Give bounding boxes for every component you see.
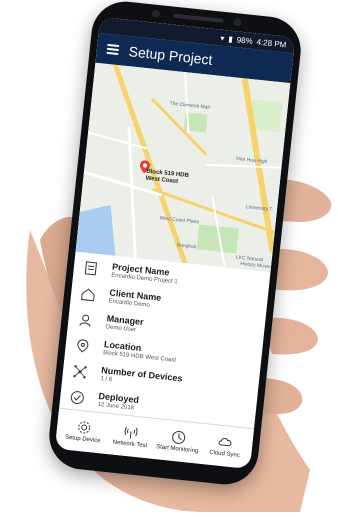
phone-frame: ▾ ▮ 98% 4:28 PM Setup Project The Clemen…: [46, 0, 304, 488]
sensor-icon: [233, 17, 242, 27]
start-monitoring-button[interactable]: Start Monitoring: [152, 419, 203, 464]
status-time: 4:28 PM: [256, 36, 287, 50]
camera-icon: [151, 9, 161, 19]
wifi-icon: ▾: [220, 33, 225, 43]
battery-level: 98%: [236, 34, 254, 46]
project-details: Project Name Encardio Demo Project 1 Cli…: [59, 252, 271, 434]
map-canvas: [75, 62, 291, 273]
phone-speaker: [173, 13, 224, 23]
network-nodes-icon: [73, 365, 87, 379]
setup-device-button[interactable]: Setup Device: [58, 409, 109, 454]
page-title: Setup Project: [127, 43, 214, 68]
gear-icon: [77, 421, 90, 434]
home-icon: [81, 288, 95, 302]
cloud-sync-label: Cloud Sync: [208, 449, 241, 459]
check-circle-icon: [70, 391, 84, 405]
hamburger-menu-icon[interactable]: [106, 43, 120, 56]
battery-icon: ▮: [227, 33, 234, 44]
clock-icon: [171, 430, 185, 444]
setup-device-label: Setup Device: [64, 434, 101, 445]
cloud-sync-icon: [218, 438, 232, 447]
antenna-icon: [124, 426, 138, 439]
network-test-button[interactable]: Network Test: [105, 414, 156, 459]
document-icon: [84, 261, 98, 276]
start-monitoring-label: Start Monitoring: [155, 444, 199, 455]
network-test-label: Network Test: [112, 439, 148, 450]
cloud-sync-button[interactable]: Cloud Sync: [200, 424, 251, 469]
map-marker-icon: [77, 339, 89, 353]
phone-screen: ▾ ▮ 98% 4:28 PM Setup Project The Clemen…: [54, 16, 296, 470]
user-icon: [79, 314, 91, 327]
map-view[interactable]: The Clementi Mall Nan Hua High West Coas…: [75, 62, 291, 273]
